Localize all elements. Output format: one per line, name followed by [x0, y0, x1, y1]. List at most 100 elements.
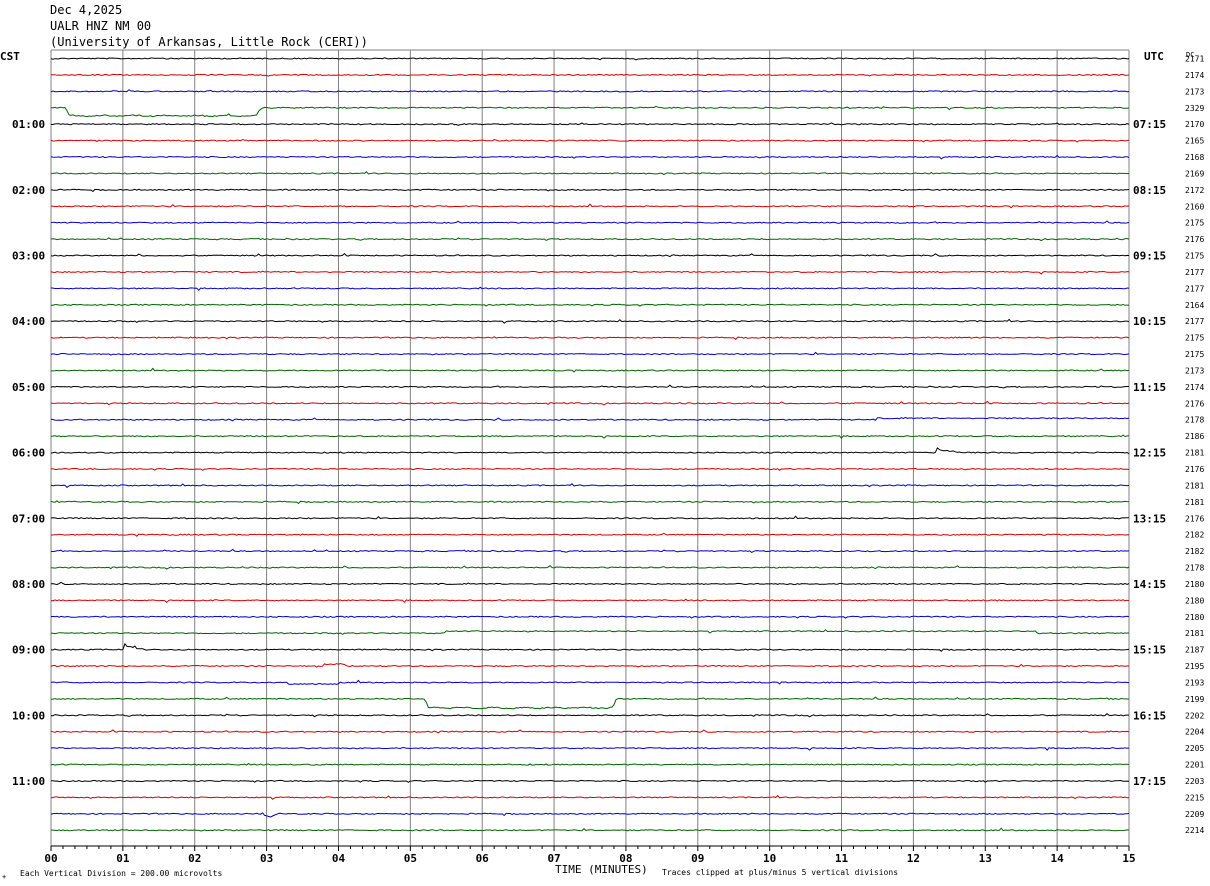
trace-line-42	[50, 729, 1130, 734]
x-tick-label-09: 09	[691, 852, 704, 865]
scale-note: Each Vertical Division = 200.00 microvol…	[20, 869, 222, 878]
trace-line-35	[50, 615, 1130, 619]
x-tick-label-14: 14	[1051, 852, 1065, 865]
dc-offset-label: 2173	[1185, 366, 1204, 375]
dc-offset-label: 2182	[1185, 547, 1204, 556]
cst-time-label: 11:00	[12, 775, 45, 788]
dc-offset-label: 2202	[1185, 711, 1204, 720]
trace-line-32	[50, 565, 1130, 570]
trace-line-4	[50, 105, 1130, 118]
dc-offset-label: 2165	[1185, 137, 1204, 146]
dc-offset-label: 2170	[1185, 120, 1204, 129]
dc-offset-label: 2203	[1185, 777, 1204, 786]
trace-line-9	[50, 188, 1130, 193]
utc-time-label: 10:15	[1133, 315, 1166, 328]
x-tick-label-05: 05	[404, 852, 417, 865]
trace-line-26	[50, 467, 1130, 471]
dc-offset-label: 2181	[1185, 498, 1204, 507]
dc-offset-label: 2171	[1185, 55, 1204, 64]
dc-offset-label: 2164	[1185, 301, 1204, 310]
dc-offset-label: 2180	[1185, 580, 1204, 589]
dc-offset-label: 2180	[1185, 596, 1204, 605]
trace-line-13	[50, 253, 1130, 258]
dc-offset-label: 2176	[1185, 465, 1204, 474]
dc-offset-label: 2209	[1185, 810, 1204, 819]
cst-time-label: 07:00	[12, 512, 45, 525]
trace-lines	[50, 57, 1130, 832]
utc-time-label: 12:15	[1133, 447, 1166, 460]
trace-line-5	[50, 122, 1130, 126]
dc-offset-label: 2182	[1185, 531, 1204, 540]
cst-time-label: 05:00	[12, 381, 45, 394]
trace-line-30	[50, 532, 1130, 537]
x-tick-label-12: 12	[907, 852, 920, 865]
x-tick-label-03: 03	[260, 852, 273, 865]
dc-offset-label: 2214	[1185, 826, 1204, 835]
trace-line-8	[50, 170, 1129, 176]
trace-line-47	[50, 812, 1130, 818]
dc-offset-label: 2195	[1185, 662, 1204, 671]
utc-time-label: 08:15	[1133, 184, 1166, 197]
dc-offset-label: 2172	[1185, 186, 1204, 195]
x-tick-label-13: 13	[979, 852, 992, 865]
trace-line-29	[50, 515, 1130, 520]
trace-line-21	[50, 384, 1129, 389]
trace-line-6	[50, 138, 1130, 143]
cst-time-label: 06:00	[12, 447, 45, 460]
trace-line-2	[50, 73, 1130, 77]
utc-time-label: 16:15	[1133, 709, 1166, 722]
x-tick-label-00: 00	[44, 852, 57, 865]
x-tick-label-01: 01	[116, 852, 130, 865]
dc-offset-label: 2160	[1185, 202, 1204, 211]
trace-line-24	[50, 434, 1130, 439]
trace-line-27	[50, 483, 1130, 488]
trace-line-43	[50, 747, 1130, 751]
trace-line-28	[50, 500, 1130, 505]
dc-offset-label: 2187	[1185, 646, 1204, 655]
dc-offset-label: 2176	[1185, 399, 1204, 408]
cst-time-label: 10:00	[12, 709, 45, 722]
trace-line-39	[50, 679, 1130, 685]
cst-time-label: 09:00	[12, 644, 45, 657]
utc-time-label: 09:15	[1133, 250, 1166, 263]
utc-time-label: 11:15	[1133, 381, 1166, 394]
dc-offset-label: 2174	[1185, 71, 1204, 80]
trace-line-44	[50, 762, 1130, 766]
trace-line-36	[50, 629, 1130, 636]
trace-line-33	[50, 581, 1130, 586]
utc-time-label: 14:15	[1133, 578, 1166, 591]
trace-line-15	[50, 286, 1130, 292]
dc-offset-label: 2329	[1185, 104, 1204, 113]
vertical-grid	[50, 49, 1130, 847]
dc-offset-label: 2186	[1185, 432, 1204, 441]
cst-time-label: 01:00	[12, 118, 45, 131]
dc-offset-label: 2178	[1185, 416, 1204, 425]
trace-line-18	[50, 336, 1130, 340]
dc-offset-label: 2199	[1185, 695, 1204, 704]
trace-line-41	[50, 713, 1130, 718]
cst-time-label: 03:00	[12, 250, 45, 263]
x-tick-label-15: 15	[1122, 852, 1135, 865]
trace-line-48	[51, 827, 1130, 832]
dc-offset-label: 2180	[1185, 613, 1204, 622]
dc-offset-label: 2177	[1185, 268, 1204, 277]
dc-offset-labels: 2171 2174 2173 2329 2170 2165 2168 2169 2172 2160…	[1185, 55, 1204, 836]
right-axis-title: UTC	[1144, 50, 1164, 63]
utc-time-label: 15:15	[1133, 644, 1166, 657]
dc-offset-label: 2173	[1185, 87, 1204, 96]
trace-line-31	[50, 548, 1130, 553]
dc-offset-label: 2176	[1185, 514, 1204, 523]
trace-line-34	[50, 598, 1130, 604]
trace-line-7	[50, 154, 1130, 160]
cst-time-label: 02:00	[12, 184, 45, 197]
dc-offset-label: 2175	[1185, 334, 1204, 343]
dc-offset-label: 2181	[1185, 481, 1204, 490]
trace-line-40	[50, 696, 1130, 710]
cst-time-label: 04:00	[12, 315, 45, 328]
dc-offset-label: 2177	[1185, 317, 1204, 326]
dc-offset-label: 2193	[1185, 678, 1204, 687]
dc-offset-label: 2181	[1185, 629, 1204, 638]
trace-line-3	[50, 89, 1130, 93]
left-axis-title: CST	[0, 50, 20, 63]
dc-offset-label: 2205	[1185, 744, 1204, 753]
